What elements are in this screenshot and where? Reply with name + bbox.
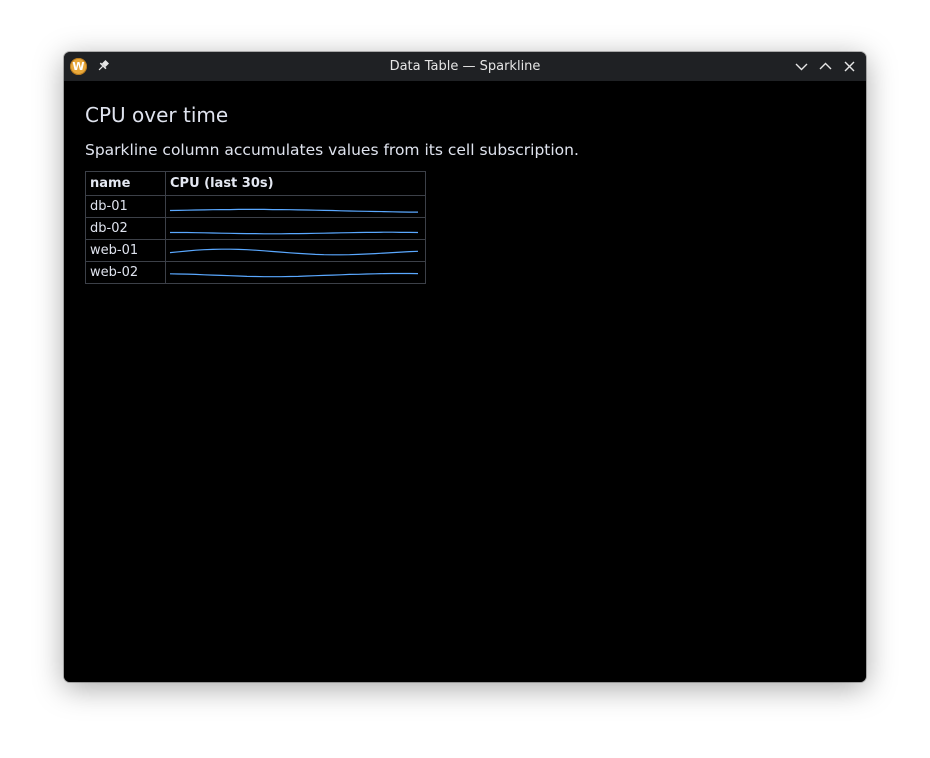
table-row[interactable]: web-01 [85,239,426,262]
page-subtitle: Sparkline column accumulates values from… [85,141,579,159]
chevron-up-icon [819,62,832,70]
table-row[interactable]: db-02 [85,217,426,240]
sparkline-series [169,248,419,255]
sparkline-chart [169,208,418,213]
app-icon[interactable]: W [70,58,87,75]
sparkline-chart [169,272,419,277]
page-title: CPU over time [85,103,229,127]
sparkline-chart [169,248,419,255]
main-content: CPU over time Sparkline column accumulat… [64,81,866,682]
sparkline-chart [170,231,419,234]
pin-icon[interactable] [95,58,111,74]
cell-sparkline [165,217,426,240]
table-row[interactable]: web-02 [85,261,426,284]
maximize-button[interactable] [817,58,834,75]
data-table: name CPU (last 30s) db-01 db-02 web-01 w… [85,171,426,284]
cell-name: db-02 [85,217,166,240]
cell-sparkline [165,261,426,284]
column-header-name[interactable]: name [85,171,166,196]
table-header-row: name CPU (last 30s) [85,171,426,196]
minimize-button[interactable] [793,58,810,75]
table-row[interactable]: db-01 [85,195,426,218]
title-bar[interactable]: W Data Table — Sparkline [64,52,866,81]
close-button[interactable] [841,58,858,75]
cell-sparkline [165,239,426,262]
cell-name: db-01 [85,195,166,218]
cell-name: web-01 [85,239,166,262]
cell-name: web-02 [85,261,166,284]
sparkline-series [170,231,419,234]
app-window: W Data Table — Sparkline CPU over time S… [64,52,866,682]
close-icon [844,61,855,72]
window-title: Data Table — Sparkline [389,59,541,74]
sparkline-series [169,208,418,213]
column-header-cpu[interactable]: CPU (last 30s) [165,171,426,196]
chevron-down-icon [795,63,808,71]
sparkline-series [169,272,419,277]
cell-sparkline [165,195,426,218]
